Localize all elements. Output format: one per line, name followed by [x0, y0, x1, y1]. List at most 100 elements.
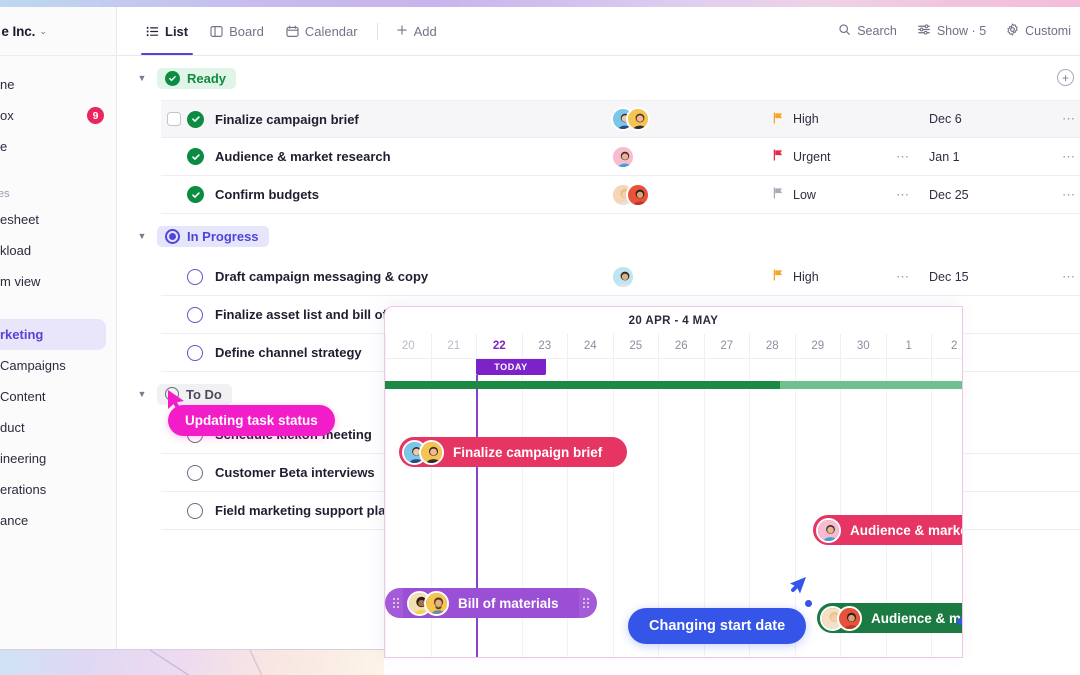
gantt-day-cell[interactable]: 28 — [749, 334, 795, 358]
workspace-switcher[interactable]: …e Inc. ⌄ — [0, 7, 116, 56]
sidebar-item-team-view[interactable]: …m view — [0, 266, 116, 297]
gantt-day-cell[interactable]: 1 — [885, 334, 932, 358]
priority-cell[interactable]: High — [773, 269, 819, 284]
priority-overflow[interactable]: ⋯ — [896, 149, 910, 165]
sidebar-item-label: …ox — [0, 108, 14, 123]
table-row[interactable]: Draft campaign messaging & copy High ⋯ D… — [161, 258, 1080, 296]
sidebar-item-timesheet[interactable]: …esheet — [0, 204, 116, 235]
group-header-ready[interactable]: ▼ Ready + — [117, 56, 1080, 100]
gantt-bar[interactable]: Finalize campaign brief — [399, 437, 627, 467]
gantt-day-cell[interactable]: 25 — [612, 334, 659, 358]
task-status-icon[interactable] — [187, 186, 215, 203]
row-overflow-menu[interactable]: ⋯ — [1062, 269, 1076, 285]
gantt-day-cell[interactable]: 23 — [521, 334, 568, 358]
sidebar-item-content[interactable]: …Content — [0, 381, 116, 412]
row-overflow-menu[interactable]: ⋯ — [1062, 111, 1076, 127]
task-status-icon[interactable] — [187, 464, 215, 481]
gantt-day-cell-today[interactable]: 22 — [476, 334, 522, 358]
sidebar-item-inbox[interactable]: …ox 9 — [0, 100, 116, 131]
circle-outline-icon — [187, 268, 203, 285]
chevron-down-icon[interactable]: ▼ — [135, 73, 149, 83]
avatar-group — [820, 605, 862, 631]
add-view-button[interactable]: Add — [386, 24, 447, 39]
task-status-icon[interactable] — [187, 502, 215, 519]
priority-cell[interactable]: Urgent — [773, 149, 831, 164]
sidebar-item-product[interactable]: …duct — [0, 412, 116, 443]
circle-outline-icon — [187, 344, 203, 361]
due-date[interactable]: Dec 15 — [929, 270, 969, 284]
due-date[interactable]: Dec 25 — [929, 188, 969, 202]
row-checkbox[interactable] — [161, 112, 187, 126]
avatar-group[interactable] — [611, 264, 635, 289]
gantt-day-cell[interactable]: 2 — [931, 334, 962, 358]
tab-list[interactable]: List — [135, 7, 199, 55]
gantt-bar-dragging[interactable]: Bill of materials — [385, 588, 597, 618]
workspace-name: …e Inc. — [0, 23, 36, 39]
avatar-group[interactable] — [611, 182, 650, 207]
status-badge-ready[interactable]: Ready — [157, 67, 237, 89]
gantt-bar[interactable]: Audience & market research — [817, 603, 962, 633]
gantt-day-cell[interactable]: 24 — [567, 334, 613, 358]
check-circle-icon — [187, 110, 204, 128]
grip-dots-icon — [393, 598, 399, 608]
sidebar-item-campaigns[interactable]: …Campaigns — [0, 350, 116, 381]
sidebar-item-marketing[interactable]: …rketing — [0, 319, 106, 350]
tab-calendar[interactable]: Calendar — [275, 7, 369, 55]
customize-button[interactable]: Customi — [997, 17, 1080, 45]
gantt-day-cell[interactable]: 27 — [703, 334, 750, 358]
search-icon — [838, 23, 851, 39]
sidebar-item-finance[interactable]: …ance — [0, 505, 116, 536]
table-row[interactable]: Confirm budgets Low ⋯ Dec 25 ⋯ — [161, 176, 1080, 214]
task-status-icon[interactable] — [187, 306, 215, 323]
tab-label: List — [165, 23, 189, 39]
sidebar-divider-2 — [0, 297, 116, 319]
gantt-day-cell[interactable]: 30 — [840, 334, 886, 358]
due-date[interactable]: Dec 6 — [929, 112, 962, 126]
gantt-day-cell[interactable]: 29 — [794, 334, 841, 358]
tab-label: Board — [229, 23, 264, 39]
status-badge-in-progress[interactable]: In Progress — [157, 225, 269, 247]
avatar-group[interactable] — [611, 144, 635, 169]
add-task-icon[interactable]: + — [1057, 69, 1074, 86]
tab-board[interactable]: Board — [199, 7, 275, 55]
gantt-bar[interactable]: Audience & market research — [813, 515, 962, 545]
row-overflow-menu[interactable]: ⋯ — [1062, 187, 1076, 203]
task-status-icon[interactable] — [187, 268, 215, 285]
gantt-day-cell[interactable]: 21 — [430, 334, 477, 358]
task-status-icon[interactable] — [187, 110, 215, 128]
show-filter-button[interactable]: Show · 5 — [908, 17, 995, 45]
avatar-group[interactable] — [611, 107, 650, 131]
row-overflow-menu[interactable]: ⋯ — [1062, 149, 1076, 165]
priority-overflow[interactable]: ⋯ — [896, 269, 910, 285]
group-header-in-progress[interactable]: ▼ In Progress — [117, 214, 1080, 258]
gantt-day-cell[interactable]: 26 — [658, 334, 704, 358]
background-panel-peek — [0, 649, 384, 675]
chevron-down-icon[interactable]: ▼ — [135, 389, 149, 399]
priority-cell[interactable]: Low — [773, 187, 816, 202]
task-status-icon[interactable] — [187, 148, 215, 165]
sidebar-item-engineering[interactable]: …ineering — [0, 443, 116, 474]
sidebar-item-operations[interactable]: …erations — [0, 474, 116, 505]
avatar-group — [407, 590, 449, 616]
task-name: Customer Beta interviews — [215, 465, 375, 480]
sidebar-item-workload[interactable]: …kload — [0, 235, 116, 266]
board-icon — [210, 25, 223, 38]
gantt-bar-label: Finalize campaign brief — [453, 444, 603, 460]
table-row[interactable]: Finalize campaign brief High Dec 6 ⋯ — [161, 100, 1080, 138]
task-name: Define channel strategy — [215, 345, 362, 360]
sidebar-item-docs[interactable]: …e — [0, 131, 116, 162]
status-label: In Progress — [187, 228, 259, 244]
gantt-bar-resize-handle-right[interactable] — [575, 588, 597, 618]
task-status-icon[interactable] — [187, 344, 215, 361]
table-row[interactable]: Audience & market research Urgent ⋯ Jan … — [161, 138, 1080, 176]
avatar — [816, 517, 841, 543]
priority-cell[interactable]: High — [773, 111, 819, 127]
search-button[interactable]: Search — [829, 17, 906, 45]
check-circle-icon — [165, 70, 180, 86]
priority-overflow[interactable]: ⋯ — [896, 187, 910, 203]
chevron-down-icon[interactable]: ▼ — [135, 231, 149, 241]
dependency-dot[interactable] — [957, 618, 962, 625]
sidebar-item-home[interactable]: …ne — [0, 69, 116, 100]
due-date[interactable]: Jan 1 — [929, 150, 960, 164]
gantt-day-cell[interactable]: 20 — [385, 334, 431, 358]
